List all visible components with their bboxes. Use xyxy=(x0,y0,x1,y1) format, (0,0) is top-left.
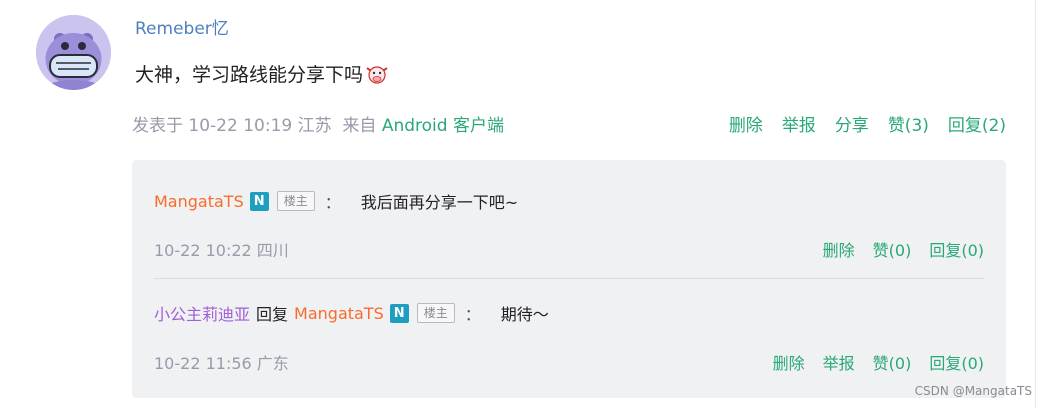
reply-word: 回复 xyxy=(256,305,289,324)
comment-client-link[interactable]: Android 客户端 xyxy=(382,116,504,136)
reply-button[interactable]: 回复(2) xyxy=(948,111,1006,136)
n-badge-icon: N xyxy=(249,191,269,211)
share-button[interactable]: 分享 xyxy=(835,111,869,136)
reply-colon: ： xyxy=(464,305,481,324)
reply-actions: 删除 举报 赞(0) 回复(0) xyxy=(773,350,984,374)
page-right-border xyxy=(1035,0,1036,408)
reply-button[interactable]: 回复(0) xyxy=(929,350,984,374)
reply-colon: ： xyxy=(324,193,341,212)
delete-button[interactable]: 删除 xyxy=(823,237,855,261)
reply-item-2: 小公主莉迪亚 回复 MangataTS N 楼主 ： 期待～ xyxy=(154,301,549,325)
reply-item-1: MangataTS N 楼主 ： 我后面再分享一下吧~ xyxy=(154,189,518,213)
comment-from-label: 来自 xyxy=(342,116,377,136)
ox-face-emoji-icon xyxy=(365,62,389,86)
like-button[interactable]: 赞(0) xyxy=(873,237,912,261)
comment-post-info: 发表于 10-22 10:19 江苏 xyxy=(132,116,332,136)
reply-text: 期待～ xyxy=(500,305,549,324)
reply-list: MangataTS N 楼主 ： 我后面再分享一下吧~ 10-22 10:22 … xyxy=(132,160,1006,398)
comment-content: 大神，学习路线能分享下吗 xyxy=(135,60,389,87)
report-button[interactable]: 举报 xyxy=(823,350,855,374)
reply-time: 10-22 10:22 四川 xyxy=(154,241,289,260)
comment-author[interactable]: Remeber忆 xyxy=(135,14,229,39)
delete-button[interactable]: 删除 xyxy=(773,350,805,374)
comment-meta: 发表于 10-22 10:19 江苏 来自 Android 客户端 xyxy=(132,111,504,136)
reply-divider xyxy=(154,278,984,279)
reply-actions: 删除 赞(0) 回复(0) xyxy=(823,237,984,261)
like-button[interactable]: 赞(0) xyxy=(873,350,912,374)
owner-tag: 楼主 xyxy=(416,303,455,323)
comment-text: 大神，学习路线能分享下吗 xyxy=(135,64,364,86)
user-avatar[interactable] xyxy=(36,15,111,90)
n-badge-icon: N xyxy=(389,303,409,323)
reply-target-user[interactable]: MangataTS xyxy=(294,304,384,323)
hippo-avatar-icon xyxy=(36,15,111,90)
reply-time: 10-22 11:56 广东 xyxy=(154,354,289,373)
comment-actions: 删除 举报 分享 赞(3) 回复(2) xyxy=(729,111,1006,136)
reply-button[interactable]: 回复(0) xyxy=(929,237,984,261)
reply-text: 我后面再分享一下吧~ xyxy=(360,193,519,212)
reply-user[interactable]: MangataTS xyxy=(154,192,244,211)
watermark: CSDN @MangataTS xyxy=(914,384,1032,398)
reply-user[interactable]: 小公主莉迪亚 xyxy=(154,301,250,325)
owner-tag: 楼主 xyxy=(276,191,315,211)
like-button[interactable]: 赞(3) xyxy=(888,111,929,136)
delete-button[interactable]: 删除 xyxy=(729,111,763,136)
report-button[interactable]: 举报 xyxy=(782,111,816,136)
